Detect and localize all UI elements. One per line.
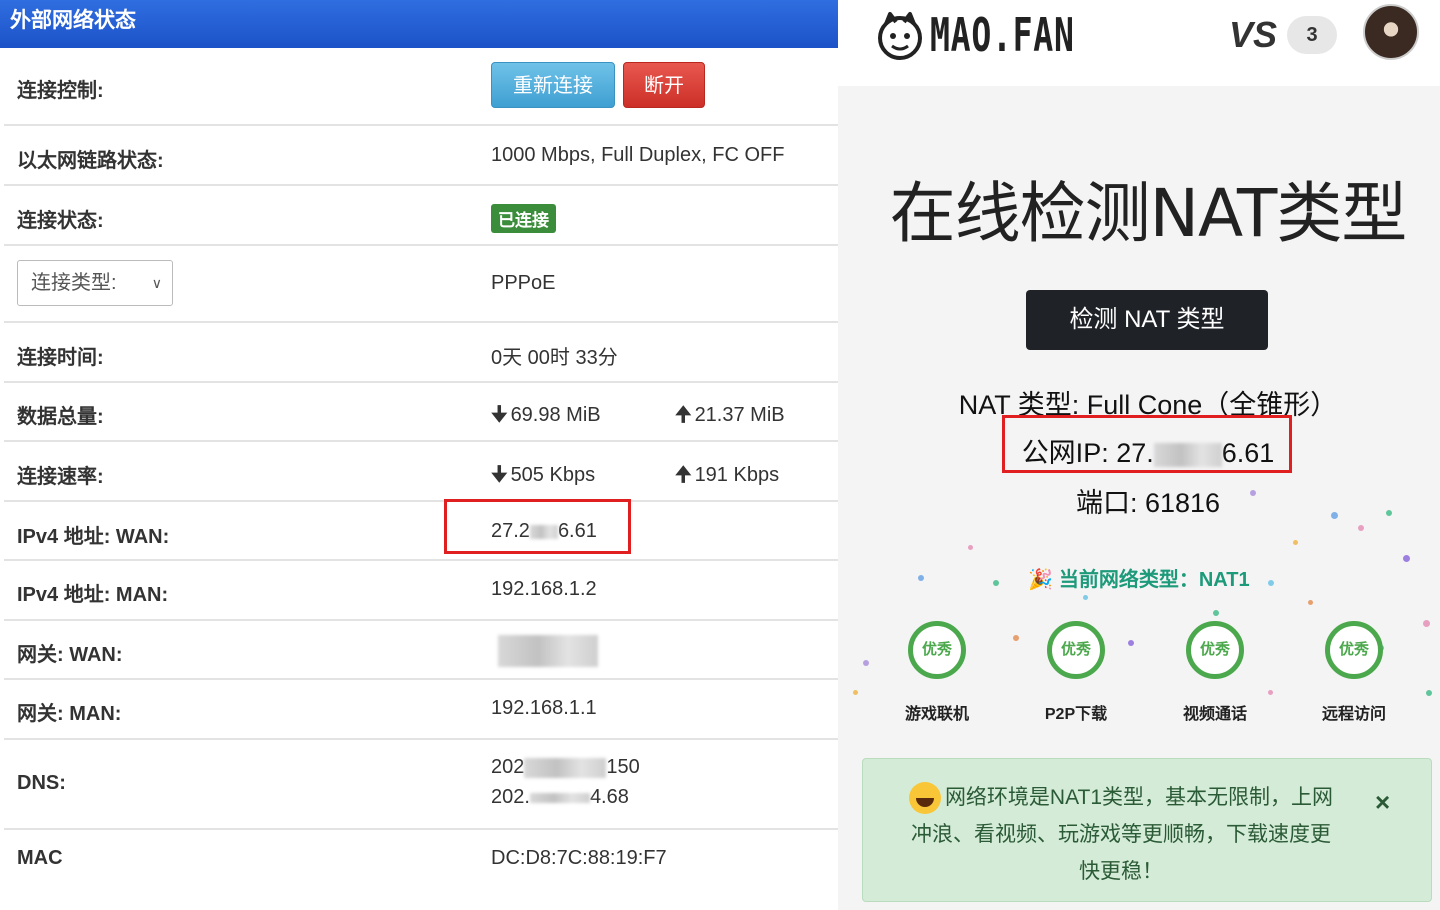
detect-nat-button[interactable]: 检测 NAT 类型: [1026, 290, 1268, 350]
row-gateway-wan: 网关: WAN:: [4, 621, 838, 680]
rating-ring-remote: 优秀: [1325, 621, 1383, 679]
top-bar: MAO.FAN VS 3: [838, 0, 1440, 86]
row-label: 连接速率:: [17, 466, 104, 488]
current-network-type: 🎉 当前网络类型：NAT1: [1028, 569, 1250, 591]
status-badge: 已连接: [491, 204, 556, 233]
row-uptime: 连接时间: 0天 00时 33分: [4, 323, 838, 383]
cat-logo-icon: [878, 12, 922, 60]
metric-label: P2P下载: [1044, 706, 1108, 723]
arrow-up-icon: 🠉: [675, 464, 692, 486]
row-traffic-total: 数据总量: 🠋 69.98 MiB 🠉 21.37 MiB: [4, 383, 838, 442]
row-label: 以太网链路状态:: [17, 150, 164, 172]
download-total: 69.98 MiB: [510, 404, 601, 426]
connection-type-select[interactable]: 连接类型: ∨: [17, 260, 173, 306]
row-ipv4-wan: IPv4 地址: WAN: 27.2 6.61: [4, 502, 838, 561]
close-icon[interactable]: ×: [1375, 787, 1390, 818]
arrow-up-icon: 🠉: [675, 404, 692, 426]
row-label: 连接状态:: [17, 210, 104, 232]
redacted-value: [498, 635, 598, 667]
dns-primary: 202 150: [491, 756, 640, 778]
row-mac: MAC DC:D8:7C:88:19:F7: [4, 830, 838, 890]
page-title: 在线检测NAT类型: [889, 175, 1408, 252]
row-connection-rate: 连接速率: 🠋 505 Kbps 🠉 191 Kbps: [4, 442, 838, 502]
row-label: MAC: [17, 847, 63, 869]
row-label: 网关: WAN:: [17, 644, 123, 666]
row-label: IPv4 地址: WAN:: [17, 526, 170, 548]
vs-count-badge[interactable]: 3: [1287, 16, 1337, 54]
row-connection-control: 连接控制: 重新连接 断开: [4, 48, 838, 126]
row-label: 网关: MAN:: [17, 703, 122, 725]
rating-ring-game: 优秀: [908, 621, 966, 679]
panel-header-title: 外部网络状态: [0, 0, 838, 48]
uptime-value: 0天 00时 33分: [491, 347, 618, 369]
mac-value: DC:D8:7C:88:19:F7: [491, 847, 667, 869]
connection-type-value: PPPoE: [491, 272, 556, 294]
row-dns: DNS: 202 150 202. 4.68: [4, 740, 838, 830]
vs-label: VS: [1229, 14, 1278, 55]
select-label: 连接类型:: [31, 272, 117, 294]
result-alert: 网络环境是NAT1类型，基本无限制，上网冲浪、看视频、玩游戏等更顺畅，下载速度更…: [862, 758, 1432, 902]
metric-label: 远程访问: [1321, 706, 1386, 723]
download-rate: 505 Kbps: [510, 464, 596, 486]
row-label: 连接时间:: [17, 347, 104, 369]
rating-ring-p2p: 优秀: [1047, 621, 1105, 679]
upload-total: 21.37 MiB: [694, 404, 785, 426]
chevron-down-icon: ∨: [151, 275, 162, 291]
highlight-box: [444, 499, 631, 554]
gateway-man-value: 192.168.1.1: [491, 697, 597, 719]
row-label: DNS:: [17, 772, 66, 794]
row-ipv4-man: IPv4 地址: MAN: 192.168.1.2: [4, 561, 838, 621]
reconnect-button[interactable]: 重新连接: [491, 62, 615, 108]
nat-check-page: MAO.FAN VS 3 在线检测NAT类型 检测 NAT 类型 NAT 类型:…: [838, 0, 1440, 910]
ethernet-value: 1000 Mbps, Full Duplex, FC OFF: [491, 144, 785, 166]
port-result: 端口: 61816: [1075, 488, 1221, 518]
rating-ring-video: 优秀: [1186, 621, 1244, 679]
disconnect-button[interactable]: 断开: [623, 62, 705, 108]
row-connection-status: 连接状态: 已连接: [4, 186, 838, 246]
row-gateway-man: 网关: MAN: 192.168.1.1: [4, 680, 838, 740]
router-status-panel: 外部网络状态 连接控制: 重新连接 断开 以太网链路状态: 1000 Mbps,…: [0, 0, 838, 910]
avatar[interactable]: [1363, 4, 1419, 60]
laughing-emoji-icon: [908, 782, 941, 815]
ipv4-man-value: 192.168.1.2: [491, 578, 597, 600]
row-connection-type: 连接类型: ∨ PPPoE: [4, 246, 838, 323]
arrow-down-icon: 🠋: [491, 404, 508, 426]
metric-label: 游戏联机: [904, 706, 969, 723]
row-ethernet-status: 以太网链路状态: 1000 Mbps, Full Duplex, FC OFF: [4, 126, 838, 186]
row-label: 数据总量:: [17, 406, 104, 428]
row-label: 连接控制:: [17, 80, 104, 102]
brand-logo-text[interactable]: MAO.FAN: [930, 8, 1075, 62]
upload-rate: 191 Kbps: [694, 464, 780, 486]
row-label: IPv4 地址: MAN:: [17, 584, 169, 606]
alert-message: 网络环境是NAT1类型，基本无限制，上网冲浪、看视频、玩游戏等更顺畅，下载速度更…: [901, 779, 1341, 890]
metric-label: 视频通话: [1182, 706, 1247, 723]
dns-secondary: 202. 4.68: [491, 786, 629, 808]
arrow-down-icon: 🠋: [491, 464, 508, 486]
highlight-box: [1002, 415, 1292, 473]
